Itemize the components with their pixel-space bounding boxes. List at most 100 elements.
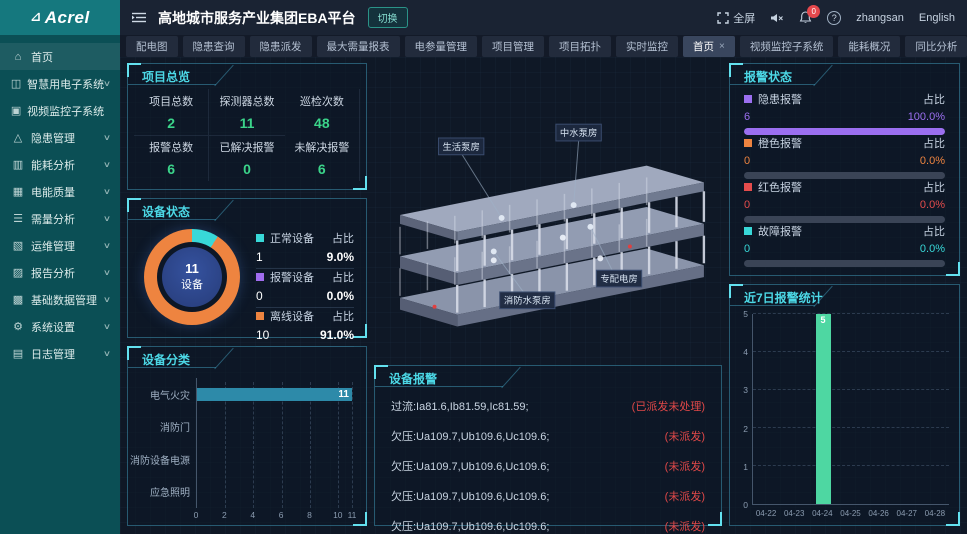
category-label: 消防门 (134, 411, 196, 444)
bar-column (837, 314, 865, 504)
sidebar-item[interactable]: ▧ 运维管理 ∨ (0, 232, 120, 259)
category-axis-labels: 电气火灾消防门消防设备电源应急照明 (134, 378, 196, 508)
mute-button[interactable] (770, 12, 784, 24)
x-tick-label: 11 (348, 510, 357, 520)
alarm-percent: 0.0% (920, 155, 945, 167)
weekly-plot: 5 (752, 314, 949, 505)
tab[interactable]: 项目拓扑 (549, 36, 611, 57)
stat-label: 项目总数 (149, 93, 193, 109)
tab[interactable]: 首页 × (683, 36, 735, 57)
chevron-down-icon: ∨ (103, 322, 111, 331)
alarm-type-label: 红色报警 (758, 179, 802, 195)
device-category-chart: 电气火灾消防门消防设备电源应急照明 11 024681011 (128, 368, 366, 525)
scene-label[interactable]: 专配电房 (600, 273, 637, 284)
legend-swatch (744, 183, 752, 191)
alarm-status: (已派发未处理) (632, 398, 705, 414)
collapse-menu-icon[interactable] (132, 12, 146, 23)
tab[interactable]: 配电图 (126, 36, 178, 57)
project-stats: 项目总数 2 探测器总数 11 巡检次数 (128, 85, 366, 189)
tab[interactable]: 能耗概况 (838, 36, 900, 57)
stat-cell: 已解决报警 0 (209, 136, 284, 182)
stat-label: 巡检次数 (300, 93, 344, 109)
weekly-alarm-panel: 近7日报警统计 012345 5 04-2204-2304-2404-2504-… (729, 284, 960, 526)
tab-close-icon[interactable]: × (719, 41, 725, 52)
sidebar-item[interactable]: ☰ 需量分析 ∨ (0, 205, 120, 232)
sidebar-item[interactable]: ▣ 视频监控子系统 ∨ (0, 97, 120, 124)
alarm-text: 欠压:Ua109.7,Ub109.6,Uc109.6; (391, 488, 549, 504)
scene-label[interactable]: 消防水泵房 (504, 295, 551, 306)
chevron-down-icon: ∨ (103, 160, 111, 169)
ratio-label: 占比 (923, 135, 945, 151)
language-switcher[interactable]: English (919, 12, 955, 24)
tab[interactable]: 实时监控 (616, 36, 678, 57)
tab[interactable]: 同比分析 (905, 36, 967, 57)
donut-center: 11 设备 (162, 247, 222, 307)
sidebar-item[interactable]: ◫ 智慧用电子系统 ∨ (0, 70, 120, 97)
building-3d-view[interactable]: 生活泵房 中水泵房 专配电房 消防水泵房 (374, 63, 722, 359)
stat-value: 11 (240, 115, 255, 131)
bar-column: 5 (809, 314, 837, 504)
stat-value: 2 (167, 115, 175, 131)
sidebar-item[interactable]: ▦ 电能质量 ∨ (0, 178, 120, 205)
acrel-logo: ⊿Acrel (0, 0, 120, 35)
alarm-count: 6 (744, 111, 750, 123)
stat-cell: 探测器总数 11 (209, 89, 284, 136)
legend-percent: 9.0% (327, 250, 354, 264)
acrel-logo-text: Acrel (45, 8, 90, 28)
tab-label: 项目拓扑 (559, 39, 601, 54)
switch-button[interactable]: 切换 (368, 7, 408, 28)
sidebar-item[interactable]: ⌂ 首页 ∨ (0, 43, 120, 70)
chevron-down-icon: ∨ (103, 349, 111, 358)
alarm-text: 欠压:Ua109.7,Ub109.6,Uc109.6; (391, 428, 549, 444)
sidebar-item[interactable]: ▤ 日志管理 ∨ (0, 340, 120, 367)
legend-swatch (744, 95, 752, 103)
tab[interactable]: 项目管理 (482, 36, 544, 57)
tab[interactable]: 隐患查询 (183, 36, 245, 57)
fullscreen-button[interactable]: 全屏 (717, 10, 755, 26)
sidebar-item-label: 电能质量 (31, 184, 104, 200)
main-area: 高地城市服务产业集团EBA平台 切换 全屏 0 ? zhangsan Engli… (120, 0, 967, 534)
donut-center-label: 设备 (181, 276, 203, 292)
legend-value: 0 (256, 289, 263, 303)
tab[interactable]: 电参量管理 (405, 36, 478, 57)
bar-track (197, 411, 352, 444)
help-button[interactable]: ? (827, 11, 841, 25)
x-tick-label: 0 (194, 510, 199, 520)
alarm-text: 欠压:Ua109.7,Ub109.6,Uc109.6; (391, 518, 549, 534)
x-tick-label: 04-24 (808, 505, 836, 519)
sidebar-item-label: 视频监控子系统 (27, 103, 104, 119)
sidebar-item[interactable]: ⚙ 系统设置 ∨ (0, 313, 120, 340)
alarm-count: 0 (744, 155, 750, 167)
tab[interactable]: 视频监控子系统 (740, 36, 834, 57)
sidebar-item[interactable]: ▨ 报告分析 ∨ (0, 259, 120, 286)
scene-label[interactable]: 生活泵房 (442, 141, 479, 152)
alarm-row: 过流:Ia81.6,Ib81.59,Ic81.59; (已派发未处理) (375, 391, 721, 421)
tab-label: 视频监控子系统 (750, 39, 824, 54)
user-menu[interactable]: zhangsan (856, 12, 904, 24)
scene-label[interactable]: 中水泵房 (560, 127, 597, 138)
panel-title: 项目总览 (128, 64, 366, 85)
sidebar-item[interactable]: ▥ 能耗分析 ∨ (0, 151, 120, 178)
sidebar-item-icon: △ (10, 131, 26, 144)
alarm-status: (未派发) (665, 488, 705, 504)
notifications-button[interactable]: 0 (799, 11, 812, 24)
alarm-type-label: 隐患报警 (758, 91, 802, 107)
gridline (352, 382, 353, 508)
ratio-label: 占比 (332, 269, 354, 285)
x-tick-label: 04-28 (921, 505, 949, 519)
sidebar-item[interactable]: △ 隐患管理 ∨ (0, 124, 120, 151)
tab[interactable]: 隐患派发 (250, 36, 312, 57)
tab[interactable]: 最大需量报表 (317, 36, 400, 57)
bar: 11 (197, 388, 352, 401)
stat-cell: 未解决报警 6 (285, 136, 360, 182)
bar-column (865, 314, 893, 504)
sidebar-item[interactable]: ▩ 基础数据管理 ∨ (0, 286, 120, 313)
sidebar-item-label: 隐患管理 (31, 130, 104, 146)
sidebar-item-icon: ⌂ (10, 51, 26, 63)
device-status-panel: 设备状态 11 设备 (127, 198, 367, 338)
alarm-count: 0 (744, 199, 750, 211)
stat-label: 探测器总数 (219, 93, 274, 109)
alarm-status-row: 故障报警 占比 0 0.0% (744, 223, 945, 267)
stat-label: 已解决报警 (219, 139, 274, 155)
y-tick-label: 2 (743, 424, 748, 434)
